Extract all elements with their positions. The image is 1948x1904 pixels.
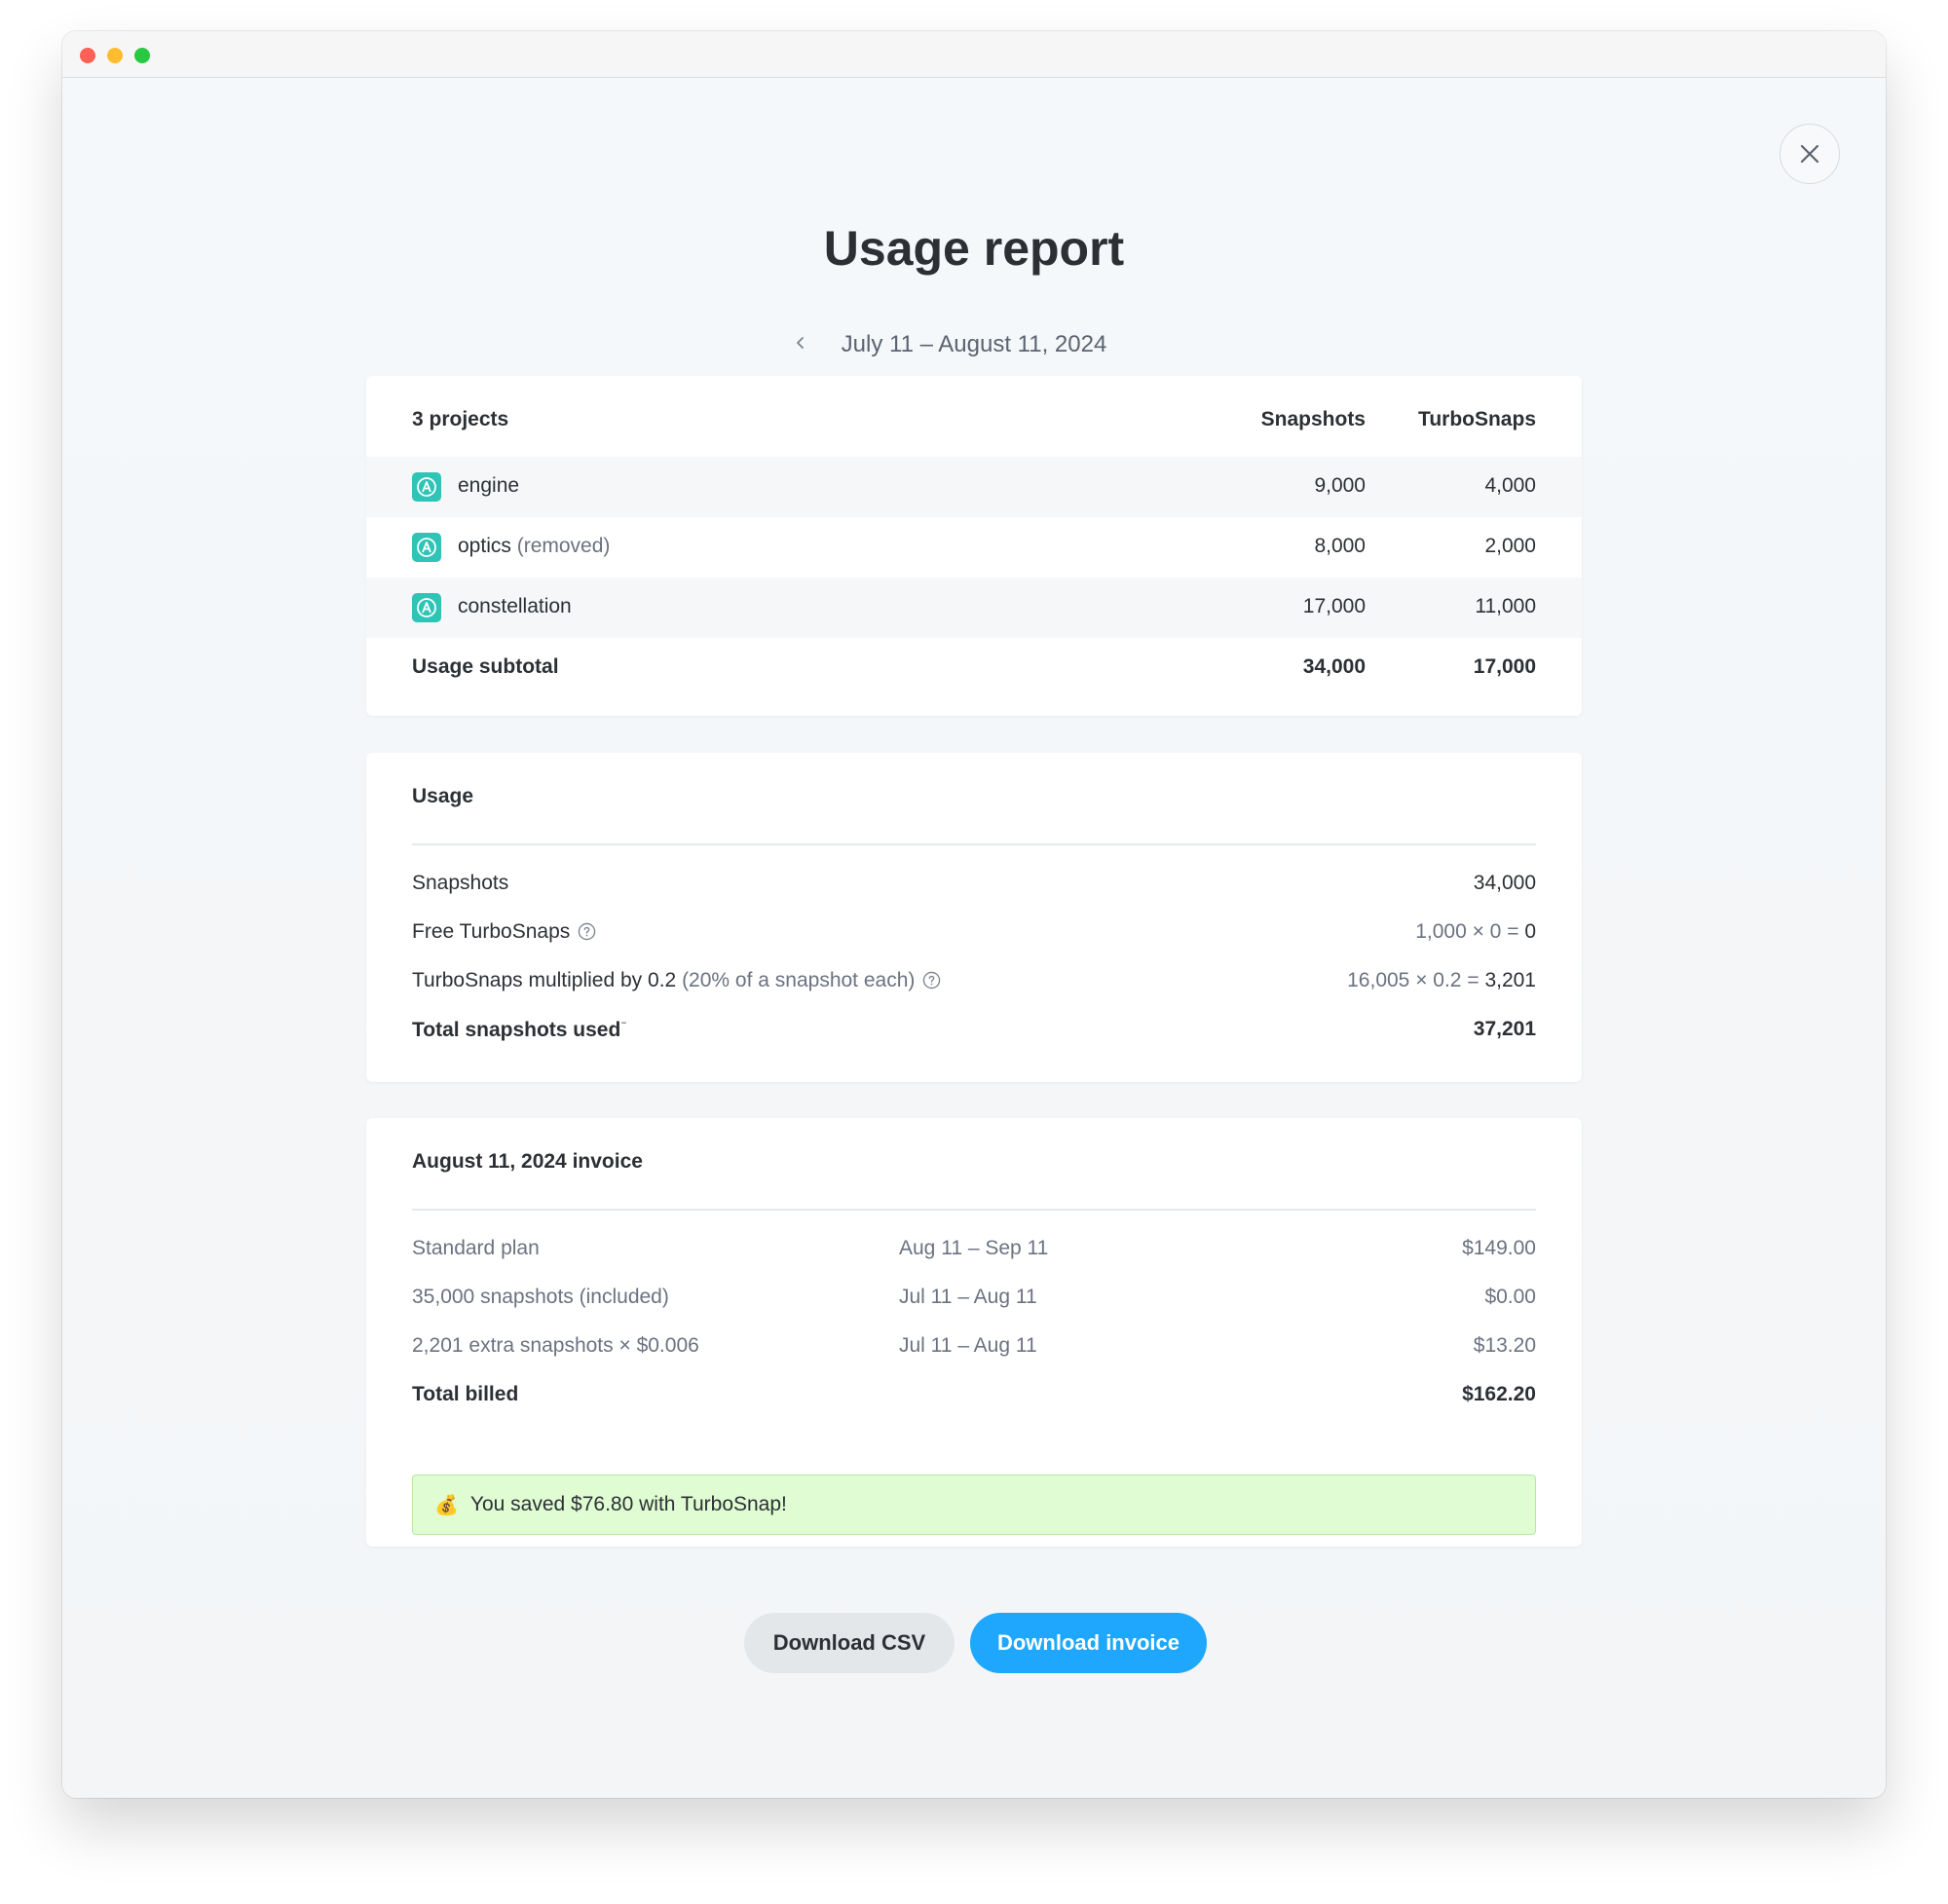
total-snapshots-label: Total snapshots used xyxy=(412,1019,621,1041)
project-name-wrapper: optics (removed) xyxy=(458,535,610,558)
table-row[interactable]: optics (removed) 8,000 2,000 xyxy=(366,517,1582,578)
turbosnaps-multiplied-calc: 16,005 × 0.2 = xyxy=(1347,969,1480,991)
download-invoice-button[interactable]: Download invoice xyxy=(970,1613,1207,1673)
close-icon xyxy=(1800,144,1819,164)
free-turbosnaps-calc-wrapper: 1,000 × 0 = 0 xyxy=(1415,920,1536,944)
invoice-line-amount: $149.00 xyxy=(1462,1237,1536,1259)
period-label: July 11 – August 11, 2024 xyxy=(841,331,1107,357)
subtotal-snapshots: 34,000 xyxy=(1302,655,1366,678)
savings-text: You saved $76.80 with TurboSnap! xyxy=(469,1493,787,1515)
free-turbosnaps-value: 0 xyxy=(1524,920,1536,943)
divider xyxy=(412,1209,1536,1211)
turbosnaps-multiplied-calc-wrapper: 16,005 × 0.2 = 3,201 xyxy=(1347,969,1536,992)
project-snapshots: 8,000 xyxy=(1314,535,1366,557)
invoice-line-period: Jul 11 – Aug 11 xyxy=(899,1334,1037,1357)
projects-table-header: 3 projects Snapshots TurboSnaps xyxy=(366,408,1582,437)
total-snapshots-label-wrapper: Total snapshots used⁻ xyxy=(412,1018,627,1041)
previous-period-button[interactable] xyxy=(783,325,818,360)
free-turbosnaps-row: Free TurboSnaps 1,000 × 0 = 0 xyxy=(412,920,1536,948)
projects-count: 3 projects xyxy=(412,408,509,430)
subtotal-label: Usage subtotal xyxy=(412,655,559,678)
usage-snapshots-row: Snapshots 34,000 xyxy=(412,872,1536,899)
project-snapshots: 17,000 xyxy=(1302,595,1366,617)
total-billed-row: Total billed $162.20 xyxy=(412,1383,1536,1410)
invoice-line-label: Standard plan xyxy=(412,1237,540,1259)
total-snapshots-value: 37,201 xyxy=(1473,1018,1536,1040)
project-snapshots: 9,000 xyxy=(1314,474,1366,497)
turbosnaps-multiplied-row: TurboSnaps multiplied by 0.2 (20% of a s… xyxy=(412,969,1536,996)
project-icon xyxy=(412,472,441,502)
project-name: optics xyxy=(458,535,511,557)
project-name: engine xyxy=(458,474,520,497)
invoice-card: August 11, 2024 invoice Standard plan Au… xyxy=(366,1118,1582,1547)
invoice-line-period: Jul 11 – Aug 11 xyxy=(899,1286,1037,1308)
title-bar xyxy=(62,31,1886,78)
invoice-line-label: 35,000 snapshots (included) xyxy=(412,1286,669,1308)
divider xyxy=(412,843,1536,845)
usage-card: Usage Snapshots 34,000 Free TurboSnaps 1… xyxy=(366,753,1582,1082)
column-header-snapshots: Snapshots xyxy=(1260,408,1366,430)
invoice-line-label: 2,201 extra snapshots × $0.006 xyxy=(412,1334,699,1357)
money-bag-icon: 💰 xyxy=(434,1494,459,1516)
subtotal-turbosnaps: 17,000 xyxy=(1473,655,1536,678)
help-circle-icon[interactable] xyxy=(922,971,941,989)
free-turbosnaps-label: Free TurboSnaps xyxy=(412,920,571,943)
period-selector: July 11 – August 11, 2024 xyxy=(62,333,1886,356)
total-snapshots-row: Total snapshots used⁻ 37,201 xyxy=(412,1018,1536,1045)
invoice-heading: August 11, 2024 invoice xyxy=(412,1150,643,1173)
turbosnaps-multiplied-label-wrapper: TurboSnaps multiplied by 0.2 (20% of a s… xyxy=(412,969,941,992)
invoice-line: 35,000 snapshots (included) Jul 11 – Aug… xyxy=(412,1286,1536,1313)
invoice-line: 2,201 extra snapshots × $0.006 Jul 11 – … xyxy=(412,1334,1536,1362)
free-turbosnaps-label-wrapper: Free TurboSnaps xyxy=(412,920,596,944)
total-billed-amount: $162.20 xyxy=(1462,1383,1536,1405)
project-icon xyxy=(412,533,441,562)
savings-banner: 💰 You saved $76.80 with TurboSnap! xyxy=(412,1475,1536,1535)
project-icon xyxy=(412,593,441,622)
page-title: Usage report xyxy=(823,221,1125,276)
table-row[interactable]: engine 9,000 4,000 xyxy=(366,457,1582,517)
turbosnaps-multiplied-note: (20% of a snapshot each) xyxy=(682,969,916,991)
invoice-line-period: Aug 11 – Sep 11 xyxy=(899,1237,1049,1259)
usage-subtotal-row: Usage subtotal 34,000 17,000 xyxy=(366,655,1582,685)
help-circle-icon[interactable] xyxy=(578,922,596,941)
window-close-dot[interactable] xyxy=(80,48,95,63)
project-name: constellation xyxy=(458,595,572,617)
table-row[interactable]: constellation 17,000 11,000 xyxy=(366,578,1582,638)
window-zoom-dot[interactable] xyxy=(134,48,150,63)
close-button[interactable] xyxy=(1779,124,1840,184)
free-turbosnaps-calc: 1,000 × 0 = xyxy=(1415,920,1519,943)
invoice-line: Standard plan Aug 11 – Sep 11 $149.00 xyxy=(412,1237,1536,1264)
total-billed-label: Total billed xyxy=(412,1383,519,1405)
projects-card: 3 projects Snapshots TurboSnaps engine 9… xyxy=(366,376,1582,716)
invoice-line-amount: $0.00 xyxy=(1484,1286,1536,1308)
download-csv-button[interactable]: Download CSV xyxy=(744,1613,955,1673)
invoice-line-amount: $13.20 xyxy=(1473,1334,1536,1357)
chevron-left-icon xyxy=(797,337,804,349)
project-turbosnaps: 4,000 xyxy=(1484,474,1536,497)
project-removed-note: (removed) xyxy=(516,535,611,557)
window-minimize-dot[interactable] xyxy=(107,48,123,63)
project-turbosnaps: 11,000 xyxy=(1475,595,1536,617)
usage-snapshots-label: Snapshots xyxy=(412,872,509,894)
turbosnaps-multiplied-label: TurboSnaps multiplied by 0.2 xyxy=(412,969,677,991)
turbosnaps-multiplied-value: 3,201 xyxy=(1484,969,1536,991)
usage-snapshots-value: 34,000 xyxy=(1473,872,1536,894)
app-window: Usage report July 11 – August 11, 2024 3… xyxy=(62,31,1886,1798)
column-header-turbosnaps: TurboSnaps xyxy=(1418,408,1536,430)
project-turbosnaps: 2,000 xyxy=(1484,535,1536,557)
usage-heading: Usage xyxy=(412,785,474,807)
